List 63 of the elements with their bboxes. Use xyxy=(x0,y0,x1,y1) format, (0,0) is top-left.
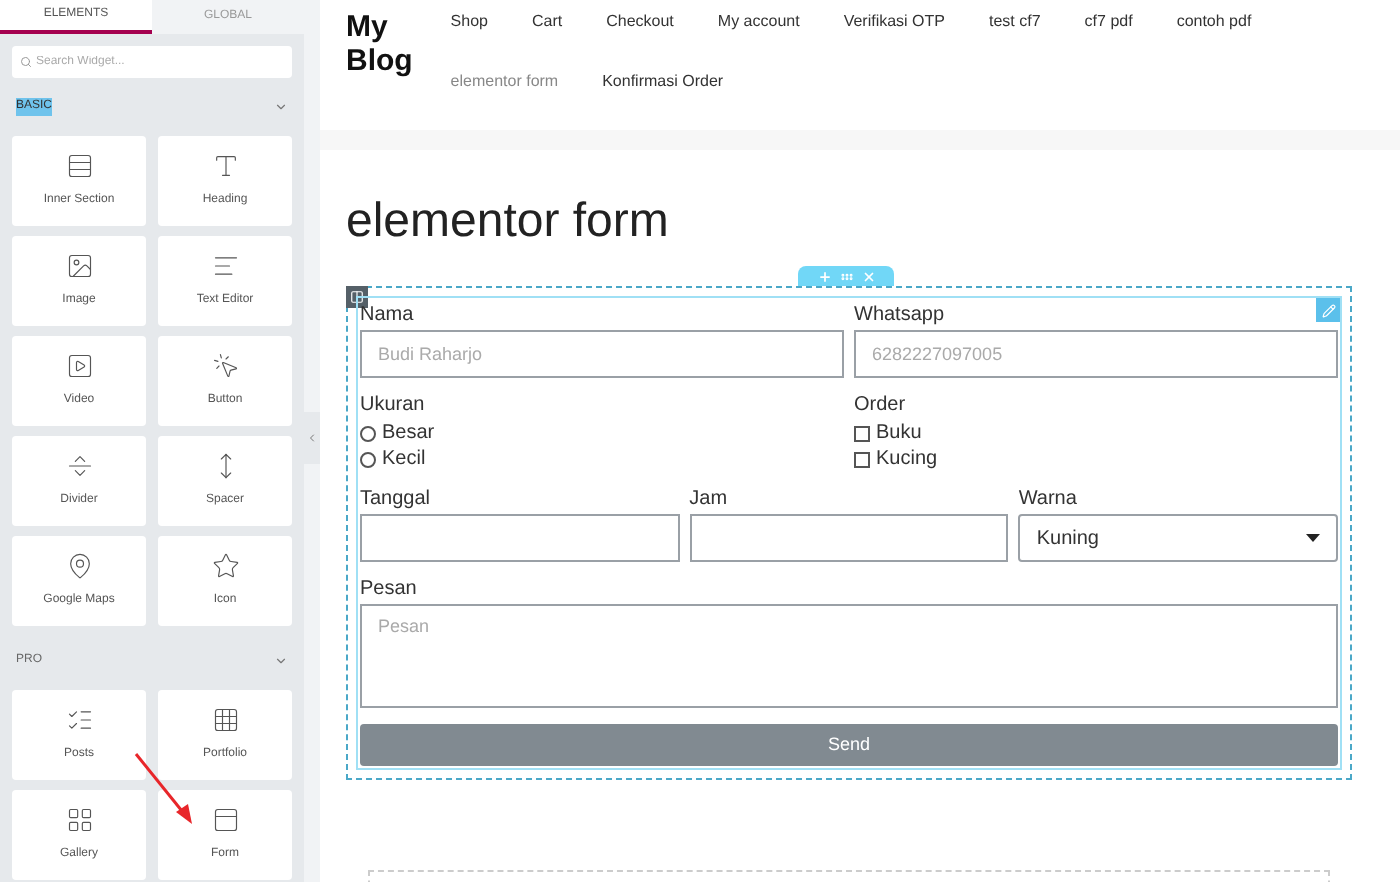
option-label: Buku xyxy=(876,420,922,448)
checkbox[interactable] xyxy=(854,425,870,441)
nav-link[interactable]: Cart xyxy=(531,10,563,34)
divider-icon xyxy=(65,452,93,480)
close-icon[interactable] xyxy=(861,269,875,283)
site-title[interactable]: My Blog xyxy=(346,10,425,130)
edit-handle[interactable] xyxy=(1316,298,1340,322)
chevron-icon[interactable] xyxy=(274,99,288,113)
input-field[interactable] xyxy=(360,514,680,562)
image-icon xyxy=(65,252,93,280)
field-label: Tanggal xyxy=(360,488,431,512)
nav-link[interactable]: Checkout xyxy=(606,10,674,34)
pencil-icon xyxy=(1321,303,1335,317)
send-button[interactable]: Send xyxy=(360,724,1338,766)
form-icon xyxy=(211,806,239,834)
heading-icon xyxy=(211,152,239,180)
input-field[interactable] xyxy=(689,514,1009,562)
drag-icon[interactable] xyxy=(839,269,853,283)
select-field[interactable]: Kuning xyxy=(1018,514,1339,562)
message-field[interactable]: Pesan xyxy=(360,604,1338,708)
nav-link[interactable]: My account xyxy=(717,10,800,34)
column-handle[interactable] xyxy=(346,286,368,308)
field-label: Ukuran xyxy=(360,394,425,418)
field-label: Warna xyxy=(1018,488,1077,512)
panel-collapse-handle[interactable] xyxy=(304,412,320,464)
radio-button[interactable] xyxy=(360,451,376,467)
field-label: Nama xyxy=(360,304,414,328)
add-icon[interactable] xyxy=(817,269,831,283)
nav-link[interactable]: contoh pdf xyxy=(1176,10,1252,34)
radio-button[interactable] xyxy=(360,425,376,441)
nav-link[interactable]: elementor form xyxy=(450,70,559,94)
input-field[interactable]: 6282227097005 xyxy=(854,330,1338,378)
field-label: Jam xyxy=(689,488,728,512)
field-label: Order xyxy=(854,394,906,418)
option-label: Besar xyxy=(382,420,435,448)
gallery-icon xyxy=(65,806,93,834)
page-title: elementor form xyxy=(346,194,669,250)
nav-link[interactable]: test cf7 xyxy=(989,10,1041,34)
field-label: Whatsapp xyxy=(854,304,945,328)
nav-link[interactable]: Shop xyxy=(450,10,488,34)
chevron-icon[interactable] xyxy=(274,653,288,667)
annotation-arrow xyxy=(132,750,196,826)
star-icon xyxy=(211,552,239,580)
option-label: Kecil xyxy=(382,446,426,474)
section-handle[interactable] xyxy=(798,266,894,286)
column-icon xyxy=(350,290,364,304)
search-icon xyxy=(20,56,32,68)
nav-link[interactable]: Verifikasi OTP xyxy=(843,10,945,34)
inner-section-icon xyxy=(65,152,93,180)
checkbox[interactable] xyxy=(854,451,870,467)
nav-link[interactable]: cf7 pdf xyxy=(1084,10,1133,34)
portfolio-icon xyxy=(211,706,239,734)
field-label: Pesan xyxy=(360,578,417,602)
nav-link[interactable]: Konfirmasi Order xyxy=(602,70,724,94)
button-icon xyxy=(211,352,239,380)
dropdown-caret-icon xyxy=(1306,534,1321,542)
option-label: Kucing xyxy=(876,446,938,474)
input-field[interactable]: Budi Raharjo xyxy=(360,330,844,378)
posts-icon xyxy=(65,706,93,734)
map-icon xyxy=(65,552,93,580)
chevron-left-icon xyxy=(306,432,318,444)
video-icon xyxy=(65,352,93,380)
text-editor-icon xyxy=(211,252,239,280)
